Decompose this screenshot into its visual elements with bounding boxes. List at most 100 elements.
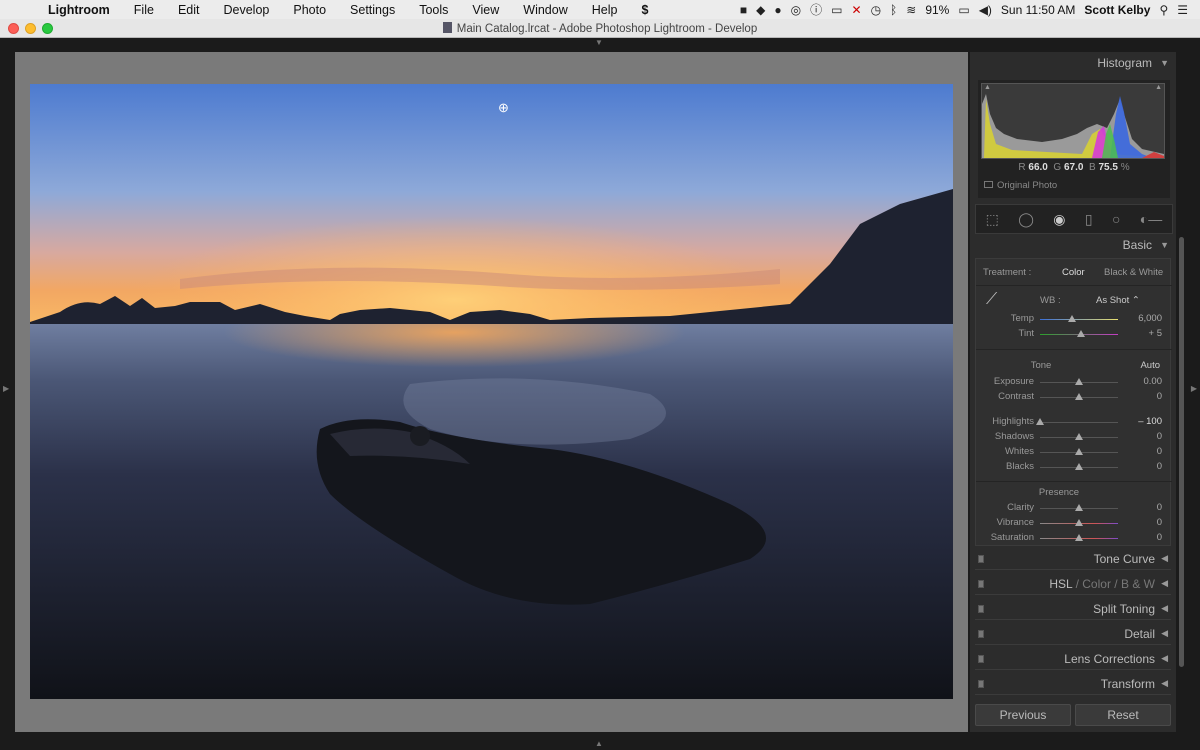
adjustment-brush-tool-icon[interactable]: ◐—: [1140, 211, 1162, 227]
expand-arrow-icon[interactable]: ◀: [1161, 578, 1168, 589]
airplay-icon[interactable]: ▭: [831, 3, 842, 17]
menu-settings[interactable]: Settings: [338, 3, 407, 17]
menu-help[interactable]: Help: [580, 3, 630, 17]
lens-corrections-panel-header[interactable]: Lens Corrections ◀: [975, 648, 1171, 670]
panel-switch-icon[interactable]: [978, 580, 984, 588]
battery-icon[interactable]: ▭: [958, 3, 969, 17]
treatment-bw-button[interactable]: Black & White: [1104, 267, 1163, 278]
vibrance-value[interactable]: 0: [1157, 517, 1162, 528]
reset-button[interactable]: Reset: [1075, 704, 1171, 726]
menu-photo[interactable]: Photo: [281, 3, 338, 17]
hsl-panel-header[interactable]: HSL / Color / B & W ◀: [975, 573, 1171, 595]
dropbox-icon[interactable]: ◆: [756, 3, 765, 17]
panel-switch-icon[interactable]: [978, 555, 984, 563]
camera-icon[interactable]: ■: [740, 3, 747, 17]
collapse-arrow-icon[interactable]: ▼: [1160, 52, 1169, 74]
histogram-graph[interactable]: ▲ ▲: [981, 83, 1165, 159]
expand-arrow-icon[interactable]: ◀: [1161, 603, 1168, 614]
volume-icon[interactable]: ◀): [979, 3, 992, 17]
menu-app[interactable]: Lightroom: [40, 3, 122, 17]
panel-switch-icon[interactable]: [978, 605, 984, 613]
temp-slider-track[interactable]: [1040, 319, 1118, 320]
bw-tab[interactable]: B & W: [1121, 577, 1155, 591]
menu-view[interactable]: View: [460, 3, 511, 17]
highlights-slider-knob[interactable]: [1036, 418, 1044, 425]
previous-button[interactable]: Previous: [975, 704, 1071, 726]
basic-header[interactable]: Basic ▼: [970, 234, 1176, 256]
expand-arrow-icon[interactable]: ◀: [1161, 678, 1168, 689]
notification-center-icon[interactable]: ☰: [1177, 3, 1188, 17]
bluetooth-icon[interactable]: ᛒ: [890, 3, 897, 17]
wb-select[interactable]: As Shot ⌃: [1096, 295, 1140, 306]
whites-value[interactable]: 0: [1157, 446, 1162, 457]
menu-window[interactable]: Window: [511, 3, 579, 17]
menu-tools[interactable]: Tools: [407, 3, 460, 17]
scrollbar-thumb[interactable]: [1179, 237, 1184, 667]
right-panel-toggle-icon[interactable]: ▶: [1191, 384, 1197, 393]
vibrance-slider-knob[interactable]: [1075, 519, 1083, 526]
bottom-panel-toggle-icon[interactable]: ▲: [595, 739, 603, 748]
spotlight-search-icon[interactable]: ⚲: [1159, 3, 1168, 17]
histogram-header[interactable]: Histogram ▼: [970, 52, 1176, 74]
crop-tool-icon[interactable]: ⬚: [986, 211, 999, 228]
panel-switch-icon[interactable]: [978, 655, 984, 663]
expand-arrow-icon[interactable]: ◀: [1161, 628, 1168, 639]
left-panel-toggle-icon[interactable]: ▶: [3, 384, 9, 393]
expand-arrow-icon[interactable]: ◀: [1161, 653, 1168, 664]
contrast-slider-knob[interactable]: [1075, 393, 1083, 400]
menu-file[interactable]: File: [122, 3, 166, 17]
treatment-color-button[interactable]: Color: [1062, 267, 1085, 278]
hsl-tab[interactable]: HSL: [1049, 577, 1072, 591]
color-tab[interactable]: Color: [1082, 577, 1111, 591]
shadow-clipping-icon[interactable]: ▲: [984, 84, 991, 91]
whites-slider-knob[interactable]: [1075, 448, 1083, 455]
exposure-slider-knob[interactable]: [1075, 378, 1083, 385]
menu-edit[interactable]: Edit: [166, 3, 212, 17]
panel-switch-icon[interactable]: [978, 630, 984, 638]
exposure-value[interactable]: 0.00: [1144, 376, 1163, 387]
sync-icon[interactable]: ◎: [791, 3, 801, 17]
auto-tone-button[interactable]: Auto: [1140, 360, 1160, 371]
right-panel-scrollbar[interactable]: [1177, 52, 1187, 732]
temp-slider-knob[interactable]: [1067, 315, 1076, 322]
graduated-filter-tool-icon[interactable]: ▯: [1085, 211, 1093, 228]
battery-percent[interactable]: 91%: [925, 3, 949, 17]
spot-removal-tool-icon[interactable]: ◯: [1018, 211, 1034, 228]
radial-filter-tool-icon[interactable]: ○: [1112, 211, 1120, 227]
user-name[interactable]: Scott Kelby: [1084, 3, 1150, 17]
photo-preview[interactable]: ⊕: [30, 84, 953, 699]
temp-value[interactable]: 6,000: [1138, 313, 1162, 324]
blacks-value[interactable]: 0: [1157, 461, 1162, 472]
highlights-slider-track[interactable]: [1040, 422, 1118, 423]
collapse-arrow-icon[interactable]: ▼: [1160, 234, 1169, 256]
menu-develop[interactable]: Develop: [212, 3, 282, 17]
blacks-slider-knob[interactable]: [1075, 463, 1083, 470]
contrast-value[interactable]: 0: [1157, 391, 1162, 402]
script-menu-icon[interactable]: $: [629, 3, 660, 17]
shadows-value[interactable]: 0: [1157, 431, 1162, 442]
tone-curve-panel-header[interactable]: Tone Curve ◀: [975, 548, 1171, 570]
evernote-icon[interactable]: ●: [774, 3, 781, 17]
blocked-icon[interactable]: ✕: [852, 3, 862, 17]
saturation-slider-knob[interactable]: [1075, 534, 1083, 541]
clarity-value[interactable]: 0: [1157, 502, 1162, 513]
info-icon[interactable]: ⓘ: [810, 1, 822, 18]
highlight-clipping-icon[interactable]: ▲: [1155, 84, 1162, 91]
top-panel-toggle-icon[interactable]: ▼: [595, 38, 603, 47]
saturation-value[interactable]: 0: [1157, 532, 1162, 543]
highlights-value[interactable]: – 100: [1138, 416, 1162, 427]
split-toning-panel-header[interactable]: Split Toning ◀: [975, 598, 1171, 620]
clock[interactable]: Sun 11:50 AM: [1001, 3, 1076, 17]
panel-switch-icon[interactable]: [978, 680, 984, 688]
clarity-slider-knob[interactable]: [1075, 504, 1083, 511]
detail-panel-header[interactable]: Detail ◀: [975, 623, 1171, 645]
red-eye-tool-icon[interactable]: ◉: [1053, 211, 1065, 228]
tint-value[interactable]: + 5: [1149, 328, 1162, 339]
shadows-slider-knob[interactable]: [1075, 433, 1083, 440]
expand-arrow-icon[interactable]: ◀: [1161, 553, 1168, 564]
transform-panel-header[interactable]: Transform ◀: [975, 673, 1171, 695]
wifi-icon[interactable]: ≋: [906, 3, 916, 17]
time-machine-icon[interactable]: ◷: [871, 3, 881, 17]
tint-slider-knob[interactable]: [1076, 330, 1085, 337]
white-balance-picker-icon[interactable]: ⟋: [986, 291, 997, 309]
